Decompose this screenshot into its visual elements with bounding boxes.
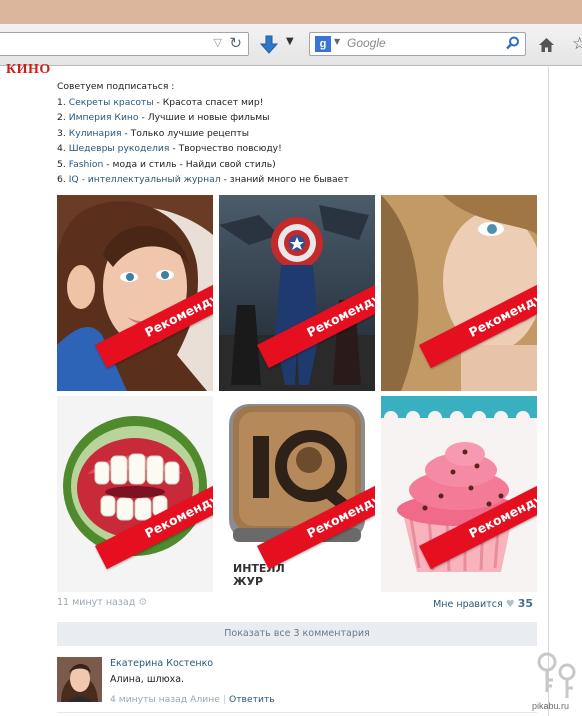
like-count: 35 <box>517 597 533 610</box>
avatar[interactable] <box>57 657 102 702</box>
post-text: Советуем подписаться : 1. Секреты красот… <box>57 79 537 188</box>
post-meta: 11 минут назад ⚙ Мне нравится ♥ 35 <box>57 597 537 611</box>
bookmark-star-icon[interactable]: ☆ <box>572 34 582 54</box>
comment-time[interactable]: 4 минуты назад Алине <box>110 694 220 705</box>
photo-tile[interactable]: Рекомендуем <box>57 396 213 592</box>
url-dropdown-icon[interactable]: ▽ <box>214 36 222 49</box>
recommendation-item: 6. IQ - интеллектуальный журнал - знаний… <box>57 174 349 185</box>
superhero-poster-image <box>219 195 375 391</box>
photo-grid: Рекомендуем Рекомендуем Рекомендуем Реко… <box>57 195 537 592</box>
photo-tile[interactable]: Рекомендуем <box>381 396 537 592</box>
search-icon[interactable] <box>506 36 520 50</box>
photo-tile[interactable]: Рекомендуем <box>57 195 213 391</box>
heart-icon: ♥ <box>505 599 515 610</box>
download-menu-icon[interactable]: ▼ <box>286 36 294 47</box>
comment-author[interactable]: Екатерина Костенко <box>110 658 213 669</box>
watermark-text: pikabu.ru <box>532 701 570 711</box>
recommendation-item: 3. Кулинария - Только лучшие рецепты <box>57 127 249 139</box>
recommendation-item: 4. Шедевры рукоделия - Творчество повсюд… <box>57 143 282 154</box>
post-intro: Советуем подписаться : <box>57 81 175 92</box>
divider <box>57 712 537 713</box>
like-label: Мне нравится <box>433 599 503 610</box>
search-bar[interactable]: g ▼ Google <box>309 32 526 56</box>
like-button[interactable]: Мне нравится ♥ 35 <box>433 597 533 610</box>
woman-portrait-image <box>381 195 537 391</box>
recommendation-item: 1. Секреты красоты - Красота спасет мир! <box>57 96 264 108</box>
recommendation-link[interactable]: Империя Кино <box>69 112 139 123</box>
browser-toolbar: ▽ ↻ ▼ g ▼ Google ☆ <box>0 24 582 66</box>
photo-tile[interactable]: Рекомендуем <box>219 195 375 391</box>
recommendation-link[interactable]: Fashion <box>69 159 104 170</box>
reload-icon[interactable]: ↻ <box>229 34 242 52</box>
recommendation-item: 5. Fashion - мода и стиль - Найди свой с… <box>57 158 276 170</box>
cupcake-image <box>381 396 537 592</box>
url-bar[interactable]: ▽ ↻ <box>0 32 249 56</box>
gear-icon[interactable]: ⚙ <box>138 597 148 608</box>
recommendation-link[interactable]: Кулинария <box>69 128 122 139</box>
post-time-link[interactable]: 11 минут назад <box>57 597 135 608</box>
avatar-photo <box>57 657 102 702</box>
reply-link[interactable]: Ответить <box>229 694 275 705</box>
iq-app-icon-image: ИНТЕЛЛ ЖУР <box>219 396 375 592</box>
community-brand[interactable]: КИНО <box>6 62 51 78</box>
recommendation-link[interactable]: Шедевры рукоделия <box>69 143 170 154</box>
comment-text: Алина, шлюха. <box>110 674 185 685</box>
engine-caret-icon[interactable]: ▼ <box>334 37 340 46</box>
comment-item: Екатерина Костенко Алина, шлюха. 4 минут… <box>57 657 537 709</box>
content-border <box>548 67 549 716</box>
comment-meta: 4 минуты назад Алине | Ответить <box>110 694 275 705</box>
woman-portrait-image <box>57 195 213 391</box>
google-engine-icon[interactable]: g <box>315 36 331 52</box>
recommendation-item: 2. Империя Кино - Лучшие и новые фильмы <box>57 112 270 123</box>
window-title-band <box>0 0 582 24</box>
watermelon-mouth-image <box>57 396 213 592</box>
download-icon[interactable] <box>258 35 280 55</box>
show-all-comments-button[interactable]: Показать все 3 комментария <box>57 622 537 646</box>
search-placeholder: Google <box>347 36 386 50</box>
photo-tile[interactable]: ИНТЕЛЛ ЖУР Рекомендуем <box>219 396 375 592</box>
home-icon[interactable] <box>538 37 555 53</box>
svg-text:ЖУР: ЖУР <box>233 575 263 588</box>
recommendation-link[interactable]: Секреты красоты <box>69 97 154 108</box>
web-page: КИНО Советуем подписаться : 1. Секреты к… <box>0 62 582 716</box>
recommendation-link[interactable]: IQ - интеллектуальный журнал <box>69 174 221 185</box>
photo-tile[interactable]: Рекомендуем <box>381 195 537 391</box>
